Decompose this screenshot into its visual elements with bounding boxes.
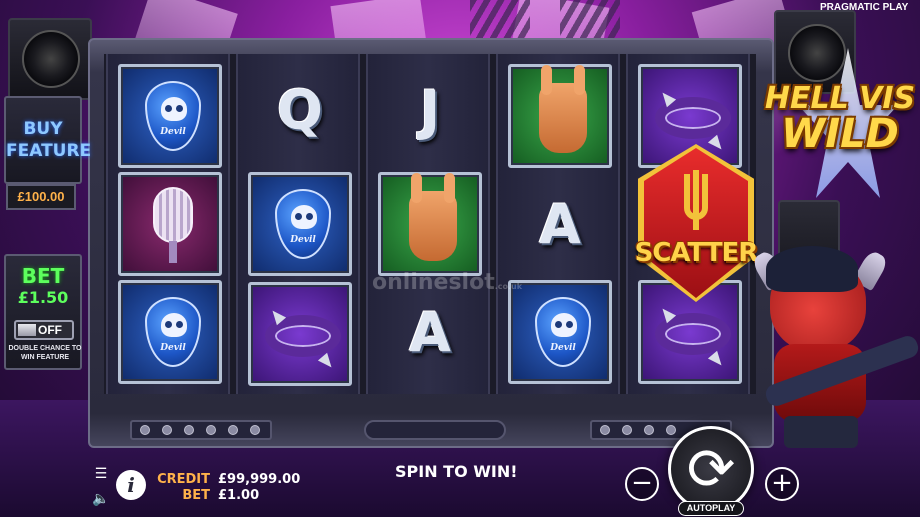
- menu-icon[interactable]: ☰: [92, 465, 110, 481]
- sound-icon[interactable]: 🔈: [92, 490, 110, 506]
- letter-a: A: [539, 192, 581, 256]
- increase-bet-button[interactable]: +: [765, 467, 799, 501]
- watermark-main: onlineslot: [372, 270, 495, 295]
- watermark-tld: .co.uk: [494, 282, 523, 291]
- double-chance-text: DOUBLE CHANCE TO WIN FEATURE: [8, 345, 82, 361]
- knob-icon: [228, 425, 238, 435]
- letter-q-symbol: Q: [248, 58, 352, 162]
- knob-icon: [184, 425, 194, 435]
- toggle-knob: [18, 324, 36, 336]
- devil-pick-text: Devil: [290, 235, 316, 245]
- knob-icon: [644, 425, 654, 435]
- letter-a-symbol: A: [508, 172, 612, 276]
- reel-3: J A: [366, 54, 490, 394]
- devil-guitarist-mascot: [750, 240, 920, 450]
- provider-label: PRAGMATIC PLAY: [820, 2, 909, 13]
- letter-j: J: [419, 78, 441, 142]
- devil-pick-text: Devil: [160, 343, 186, 353]
- reel-4: A Devil: [496, 54, 620, 394]
- knob-icon: [250, 425, 260, 435]
- knob-icon: [162, 425, 172, 435]
- bet-value: £1.00: [218, 488, 260, 503]
- spin-button[interactable]: ⟳: [668, 426, 754, 512]
- devil-pick-symbol: Devil: [508, 280, 612, 384]
- game-logo-text: HELL VIS WILD: [760, 81, 920, 157]
- letter-j-symbol: J: [378, 58, 482, 162]
- rock-hand-icon: [409, 173, 457, 261]
- buy-feature-price: £100.00: [6, 184, 76, 210]
- chain-decoration: [560, 0, 620, 40]
- devil-legs: [784, 416, 858, 448]
- reel-1: Devil Devil: [106, 54, 230, 394]
- spiked-bracelet-symbol: [248, 282, 352, 386]
- spin-icon: ⟳: [686, 435, 736, 503]
- devil-pick-symbol: Devil: [118, 64, 222, 168]
- ante-bet-label: BET: [21, 264, 65, 288]
- chain-decoration: [470, 0, 530, 40]
- microphone-symbol: [118, 172, 222, 276]
- knob-icon: [140, 425, 150, 435]
- knob-icon: [206, 425, 216, 435]
- scatter-label: SCATTER: [634, 238, 759, 268]
- guitar-pick-icon: Devil: [145, 297, 201, 367]
- watermark: onlineslot.co.uk: [372, 270, 522, 295]
- speaker-cone: [788, 24, 846, 82]
- devil-pick-text: Devil: [160, 127, 186, 137]
- buy-feature-button[interactable]: BUY FEATURE: [4, 96, 92, 184]
- autoplay-button[interactable]: AUTOPLAY: [678, 501, 744, 516]
- knob-icon: [600, 425, 610, 435]
- guitar-pick-icon: Devil: [535, 297, 591, 367]
- devil-hair: [766, 246, 858, 292]
- letter-a-symbol: A: [378, 280, 482, 384]
- stud-icon: [317, 352, 337, 372]
- ante-bet-panel: BET £1.50 OFF DOUBLE CHANCE TO WIN FEATU…: [4, 254, 82, 370]
- guitar-pick-icon: Devil: [145, 81, 201, 151]
- skull-icon: [551, 313, 577, 337]
- buy-feature-line1: BUY: [23, 119, 63, 139]
- speaker-cone: [22, 30, 80, 88]
- knob-icon: [622, 425, 632, 435]
- rock-hand-icon: [539, 65, 587, 153]
- double-chance-toggle[interactable]: OFF: [14, 320, 74, 340]
- rock-hand-symbol: [508, 64, 612, 168]
- devil-pick-symbol: Devil: [248, 172, 352, 276]
- letter-a: A: [409, 300, 451, 364]
- scatter-symbol: SCATTER: [635, 144, 758, 302]
- devil-pick-text: Devil: [550, 343, 576, 353]
- left-speaker: [8, 18, 92, 100]
- skull-icon: [161, 313, 187, 337]
- bet-label: BET: [182, 488, 210, 503]
- rock-hand-symbol: [378, 172, 482, 276]
- logo-line2: WILD: [781, 111, 899, 157]
- cabinet-handle: [364, 420, 506, 440]
- devil-pick-symbol: Devil: [118, 280, 222, 384]
- stud-icon: [707, 350, 727, 370]
- cabinet-knob-strip: [130, 420, 272, 440]
- buy-feature-label: BUY FEATURE: [6, 118, 92, 162]
- skull-icon: [161, 97, 187, 121]
- microphone-stand-icon: [169, 241, 177, 263]
- logo-line1: HELL VIS: [764, 81, 916, 116]
- game-stage: PRAGMATIC PLAY Devil Devil Q Devil J A A…: [0, 0, 920, 517]
- status-message: SPIN TO WIN!: [395, 462, 518, 481]
- info-button[interactable]: i: [116, 470, 146, 500]
- trident-icon: [684, 170, 708, 230]
- reel-2: Q Devil: [236, 54, 360, 394]
- letter-q: Q: [277, 78, 323, 142]
- skull-icon: [291, 205, 317, 229]
- credit-value: £99,999.00: [218, 472, 301, 487]
- game-logo: HELL VIS WILD: [760, 48, 920, 198]
- decrease-bet-button[interactable]: −: [625, 467, 659, 501]
- credit-label: CREDIT: [157, 472, 210, 487]
- ante-bet-value: £1.50: [17, 288, 69, 307]
- toggle-state: OFF: [38, 323, 62, 337]
- microphone-icon: [153, 187, 193, 243]
- guitar-pick-icon: Devil: [275, 189, 331, 259]
- buy-feature-line2: FEATURE: [6, 141, 92, 161]
